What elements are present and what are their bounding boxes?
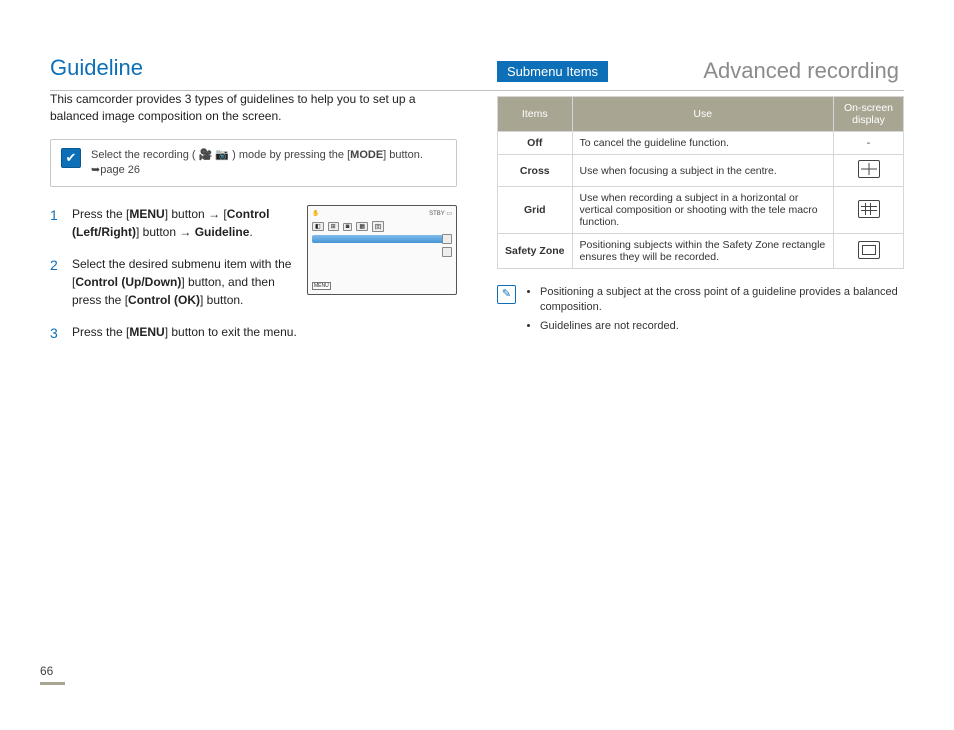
step-text: Select the desired submenu item with the… (72, 255, 297, 309)
step-number: 2 (50, 255, 62, 309)
lcd-chip-3: ◙ (343, 223, 353, 231)
lcd-row (312, 257, 452, 265)
step-2: 2 Select the desired submenu item with t… (50, 255, 297, 309)
table-row: Off To cancel the guideline function. - (498, 132, 904, 155)
item-use: Positioning subjects within the Safety Z… (572, 234, 833, 269)
lcd-menu-label: MENU (312, 282, 331, 290)
lcd-chip-4: ▦ (356, 222, 368, 231)
lcd-selected-row (312, 235, 452, 243)
right-column: Submenu Items Items Use On-screen displa… (497, 55, 904, 358)
item-icon: - (834, 132, 904, 155)
submenu-heading: Submenu Items (497, 61, 608, 82)
th-items: Items (498, 97, 573, 132)
mode-note: ✔ Select the recording ( 🎥 📷 ) mode by p… (50, 139, 457, 188)
step-3: 3 Press the [MENU] button to exit the me… (50, 323, 457, 344)
step-number: 3 (50, 323, 62, 344)
item-use: To cancel the guideline function. (572, 132, 833, 155)
item-use: Use when focusing a subject in the centr… (572, 155, 833, 187)
section-heading: Guideline (50, 55, 457, 81)
item-name: Safety Zone (498, 234, 573, 269)
cross-icon (858, 160, 880, 178)
page-number: 66 (40, 664, 65, 685)
item-use: Use when recording a subject in a horizo… (572, 187, 833, 234)
check-icon: ✔ (61, 148, 81, 168)
camera-icon: 📷 (215, 149, 229, 161)
item-name: Grid (498, 187, 573, 234)
step-number: 1 (50, 205, 62, 241)
intro-text: This camcorder provides 3 types of guide… (50, 91, 457, 125)
lcd-preview: ✋ STBY ▭ ◧ ⊞ ◙ ▦ 回 MENU (307, 205, 457, 295)
item-icon (834, 155, 904, 187)
grid-icon (858, 200, 880, 218)
tip-item: Positioning a subject at the cross point… (540, 285, 904, 316)
note-text: Select the recording ( 🎥 📷 ) mode by pre… (91, 148, 446, 179)
th-display: On-screen display (834, 97, 904, 132)
video-icon: 🎥 (199, 149, 213, 161)
submenu-table: Items Use On-screen display Off To cance… (497, 96, 904, 269)
header-rule (50, 90, 904, 91)
lcd-chip-2: ⊞ (328, 222, 339, 231)
step-text: Press the [MENU] button → [Control (Left… (72, 205, 297, 241)
tip-item: Guidelines are not recorded. (540, 319, 904, 334)
lcd-chip-1: ◧ (312, 222, 324, 231)
table-row: Grid Use when recording a subject in a h… (498, 187, 904, 234)
lcd-row (312, 246, 452, 254)
lcd-chip-5: 回 (372, 221, 384, 232)
step-text: Press the [MENU] button to exit the menu… (72, 323, 457, 344)
item-name: Cross (498, 155, 573, 187)
th-use: Use (572, 97, 833, 132)
item-icon (834, 234, 904, 269)
tip-box: ✎ Positioning a subject at the cross poi… (497, 285, 904, 337)
table-row: Cross Use when focusing a subject in the… (498, 155, 904, 187)
hand-icon: ✋ (312, 210, 319, 217)
item-name: Off (498, 132, 573, 155)
left-column: Guideline This camcorder provides 3 type… (50, 55, 457, 358)
safezone-icon (858, 241, 880, 259)
note-icon: ✎ (497, 285, 516, 304)
item-icon (834, 187, 904, 234)
step-1: 1 Press the [MENU] button → [Control (Le… (50, 205, 297, 241)
page-header-title: Advanced recording (703, 58, 899, 84)
table-row: Safety Zone Positioning subjects within … (498, 234, 904, 269)
lcd-stby: STBY (429, 211, 445, 217)
